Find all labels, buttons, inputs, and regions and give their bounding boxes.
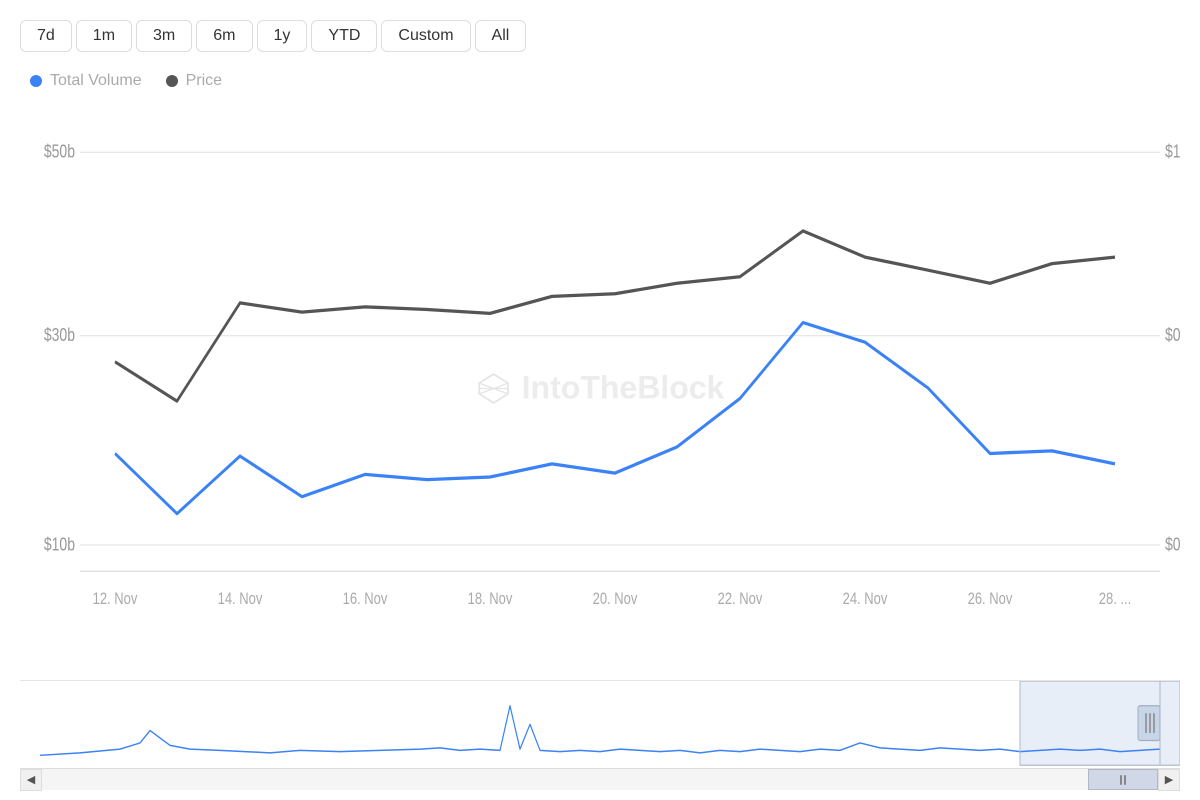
x-label-20nov: 20. Nov [593, 589, 638, 608]
y-right-1-20: $1.20 [1165, 142, 1180, 162]
y-right-0-00: $0.00 [1165, 535, 1180, 555]
legend-price: Price [166, 72, 222, 90]
btn-3m[interactable]: 3m [136, 20, 192, 52]
btn-7d[interactable]: 7d [20, 20, 72, 52]
x-label-16nov: 16. Nov [343, 589, 388, 608]
nav-handle[interactable] [1088, 769, 1158, 790]
nav-right-arrow[interactable]: ▶ [1158, 769, 1180, 791]
x-label-28nov: 28. ... [1099, 589, 1131, 608]
time-range-toolbar: 7d 1m 3m 6m 1y YTD Custom All [20, 20, 1180, 52]
legend-dot-price [166, 75, 178, 87]
x-label-26nov: 26. Nov [968, 589, 1013, 608]
legend-total-volume: Total Volume [30, 72, 142, 90]
x-label-12nov: 12. Nov [93, 589, 138, 608]
chart-legend: Total Volume Price [20, 72, 1180, 90]
x-label-14nov: 14. Nov [218, 589, 263, 608]
btn-ytd[interactable]: YTD [311, 20, 377, 52]
btn-1m[interactable]: 1m [76, 20, 132, 52]
btn-1y[interactable]: 1y [257, 20, 308, 52]
y-label-10b: $10b [44, 535, 75, 555]
nav-left-arrow[interactable]: ◀ [20, 769, 42, 791]
nav-track [42, 769, 1158, 790]
btn-6m[interactable]: 6m [196, 20, 252, 52]
navigator-scrollbar: ◀ ▶ [20, 768, 1180, 790]
x-label-18nov: 18. Nov [468, 589, 513, 608]
y-label-30b: $30b [44, 325, 75, 345]
x-label-24nov: 24. Nov [843, 589, 888, 608]
main-chart-container: IntoTheBlock $50b $30b $10b $1.20 $0.600… [20, 100, 1180, 676]
btn-all[interactable]: All [475, 20, 527, 52]
y-label-50b: $50b [44, 142, 75, 162]
price-line [115, 231, 1115, 401]
legend-dot-volume [30, 75, 42, 87]
volume-line [115, 323, 1115, 514]
x-label-22nov: 22. Nov [718, 589, 763, 608]
page-container: 7d 1m 3m 6m 1y YTD Custom All Total Volu… [0, 0, 1200, 800]
main-chart-svg: $50b $30b $10b $1.20 $0.600000 $0.00 12.… [20, 100, 1180, 676]
nav-handle-grip [1120, 775, 1126, 785]
y-right-0-60: $0.600000 [1165, 325, 1180, 345]
legend-label-volume: Total Volume [50, 72, 142, 90]
btn-custom[interactable]: Custom [381, 20, 470, 52]
legend-label-price: Price [186, 72, 222, 90]
mini-chart-container: 2018 2020 2022 2024 ◀ [20, 680, 1180, 790]
chart-wrapper: IntoTheBlock $50b $30b $10b $1.20 $0.600… [20, 100, 1180, 790]
